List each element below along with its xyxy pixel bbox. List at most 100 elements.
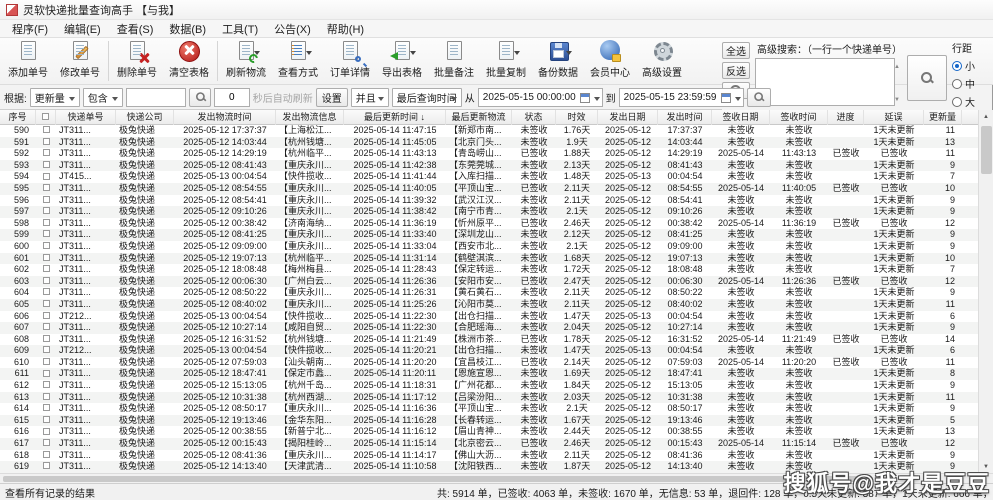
row-checkbox[interactable] [43, 416, 50, 423]
row-checkbox[interactable] [43, 393, 50, 400]
row-checkbox[interactable] [43, 323, 50, 330]
menu-item-0[interactable]: 程序(F) [4, 20, 56, 38]
chevron-down-icon[interactable] [566, 51, 572, 55]
menu-item-2[interactable]: 查看(S) [109, 20, 162, 38]
row-checkbox[interactable] [43, 126, 50, 133]
toolbar-button-member[interactable]: 会员中心 [584, 38, 636, 84]
table-row[interactable]: 612JT311...极兔快递2025-05-12 15:13:05【杭州千岛.… [0, 380, 978, 392]
advanced-search-input[interactable] [755, 58, 895, 106]
toolbar-button-copy[interactable]: 批量复制 [480, 38, 532, 84]
row-checkbox[interactable] [43, 265, 50, 272]
row-checkbox[interactable] [43, 161, 50, 168]
table-row[interactable]: 601JT311...极兔快递2025-05-12 19:07:13【杭州临平.… [0, 253, 978, 265]
column-header-5[interactable]: 发出物流信息 [276, 110, 344, 125]
row-checkbox[interactable] [43, 288, 50, 295]
scroll-up-icon[interactable]: ▲ [894, 64, 900, 70]
row-checkbox[interactable] [43, 451, 50, 458]
vertical-scrollbar[interactable]: ▲ ▼ [978, 110, 993, 473]
table-row[interactable]: 614JT311...极兔快递2025-05-12 08:50:17【重庆永川.… [0, 403, 978, 415]
row-checkbox[interactable] [43, 300, 50, 307]
column-header-1[interactable] [36, 110, 56, 125]
menu-item-1[interactable]: 编辑(E) [56, 20, 109, 38]
menu-item-6[interactable]: 帮助(H) [319, 20, 372, 38]
select-all-button[interactable]: 全选 [722, 42, 750, 59]
table-row[interactable]: 591JT311...极兔快递2025-05-12 14:03:44【杭州钱塘.… [0, 137, 978, 149]
settings-button[interactable]: 设置 [316, 88, 348, 107]
column-header-2[interactable]: 快递单号 [56, 110, 116, 125]
filter-field-select[interactable]: 更新量 [30, 88, 80, 107]
row-checkbox[interactable] [43, 312, 50, 319]
row-checkbox[interactable] [43, 230, 50, 237]
menu-item-5[interactable]: 公告(X) [266, 20, 319, 38]
table-row[interactable]: 609JT212...极兔快递2025-05-13 00:04:54【快件揽收.… [0, 345, 978, 357]
toolbar-button-clear[interactable]: 清空表格 [163, 38, 215, 84]
toolbar-button-view[interactable]: 查看方式 [272, 38, 324, 84]
toolbar-button-doc-add[interactable]: 添加单号 [2, 38, 54, 84]
row-checkbox[interactable] [43, 254, 50, 261]
column-header-15[interactable]: 延误 [864, 110, 924, 125]
row-checkbox[interactable] [43, 358, 50, 365]
table-row[interactable]: 604JT311...极兔快递2025-05-12 08:50:22【重庆永川.… [0, 287, 978, 299]
row-spacing-option-中[interactable]: 中 [952, 76, 986, 91]
column-header-13[interactable]: 签收时间 [770, 110, 828, 125]
filter-time-field-select[interactable]: 最后查询时间 [392, 88, 462, 107]
table-row[interactable]: 597JT311...极兔快递2025-05-12 09:10:26【重庆永川.… [0, 206, 978, 218]
auto-refresh-seconds-input[interactable] [214, 88, 250, 107]
select-all-checkbox[interactable] [42, 113, 49, 120]
advanced-search-submit-button[interactable] [907, 55, 947, 101]
row-checkbox[interactable] [43, 196, 50, 203]
row-checkbox[interactable] [43, 346, 50, 353]
vertical-scrollbar-thumb[interactable] [981, 126, 992, 174]
column-header-9[interactable]: 时效 [556, 110, 598, 125]
table-row[interactable]: 606JT212...极兔快递2025-05-13 00:04:54【快件揽收.… [0, 311, 978, 323]
row-checkbox[interactable] [43, 219, 50, 226]
horizontal-scrollbar-thumb[interactable] [3, 476, 858, 482]
table-row[interactable]: 608JT311...极兔快递2025-05-12 16:31:52【杭州钱塘.… [0, 334, 978, 346]
column-header-16[interactable]: 更新量 [924, 110, 962, 125]
table-row[interactable]: 605JT311...极兔快递2025-05-12 08:40:02【重庆永川.… [0, 299, 978, 311]
table-row[interactable]: 598JT311...极兔快递2025-05-12 00:38:42【济南海纳.… [0, 218, 978, 230]
date-to-picker[interactable]: 2025-05-15 23:59:59 [619, 88, 744, 107]
menu-item-4[interactable]: 工具(T) [214, 20, 266, 38]
row-checkbox[interactable] [43, 462, 50, 469]
scroll-down-icon[interactable]: ▼ [894, 97, 900, 103]
column-header-14[interactable]: 进度 [828, 110, 864, 125]
table-row[interactable]: 610JT311...极兔快递2025-05-12 07:59:03【汕头朝南.… [0, 357, 978, 369]
row-checkbox[interactable] [43, 404, 50, 411]
toolbar-button-doc-delete[interactable]: 删除单号 [111, 38, 163, 84]
toolbar-button-backup[interactable]: 备份数据 [532, 38, 584, 84]
column-header-10[interactable]: 发出日期 [598, 110, 658, 125]
table-row[interactable]: 611JT311...极兔快递2025-05-12 18:47:41【保定市蠡.… [0, 368, 978, 380]
column-header-6[interactable]: 最后更新时间 ↓ [344, 110, 446, 125]
table-row[interactable]: 613JT311...极兔快递2025-05-12 10:31:38【杭州西湖.… [0, 392, 978, 404]
table-row[interactable]: 615JT311...极兔快递2025-05-12 19:13:46【金华东阳.… [0, 415, 978, 427]
chevron-down-icon[interactable] [410, 51, 416, 55]
row-checkbox[interactable] [43, 277, 50, 284]
date-search-button[interactable] [747, 88, 771, 107]
filter-logic-select[interactable]: 并且 [351, 88, 389, 107]
table-row[interactable]: 603JT311...极兔快递2025-05-12 00:06:30【广州白云.… [0, 276, 978, 288]
column-header-4[interactable]: 发出物流时间 [174, 110, 276, 125]
row-checkbox[interactable] [43, 207, 50, 214]
date-from-picker[interactable]: 2025-05-15 00:00:00 [478, 88, 603, 107]
table-row[interactable]: 590JT311...极兔快递2025-05-12 17:37:37【上海松江.… [0, 125, 978, 137]
table-row[interactable]: 593JT311...极兔快递2025-05-12 08:41:43【重庆永川.… [0, 160, 978, 172]
filter-match-select[interactable]: 包含 [83, 88, 123, 107]
row-checkbox[interactable] [43, 173, 50, 180]
chevron-down-icon[interactable] [306, 51, 312, 55]
table-row[interactable]: 599JT311...极兔快递2025-05-12 08:41:25【重庆永川.… [0, 229, 978, 241]
row-checkbox[interactable] [43, 184, 50, 191]
column-header-11[interactable]: 发出时间 [658, 110, 712, 125]
row-checkbox[interactable] [43, 242, 50, 249]
table-row[interactable]: 602JT311...极兔快递2025-05-12 18:08:48【梅州梅县.… [0, 264, 978, 276]
column-header-12[interactable]: 签收日期 [712, 110, 770, 125]
row-checkbox[interactable] [43, 335, 50, 342]
table-row[interactable]: 600JT311...极兔快递2025-05-12 09:09:00【重庆永川.… [0, 241, 978, 253]
toolbar-button-export[interactable]: 导出表格 [376, 38, 428, 84]
row-checkbox[interactable] [43, 370, 50, 377]
toolbar-button-refresh[interactable]: 刷新物流 [220, 38, 272, 84]
invert-selection-button[interactable]: 反选 [722, 62, 750, 79]
table-row[interactable]: 595JT311...极兔快递2025-05-12 08:54:55【重庆永川.… [0, 183, 978, 195]
row-spacing-option-小[interactable]: 小 [952, 58, 986, 73]
toolbar-button-note[interactable]: 批量备注 [428, 38, 480, 84]
